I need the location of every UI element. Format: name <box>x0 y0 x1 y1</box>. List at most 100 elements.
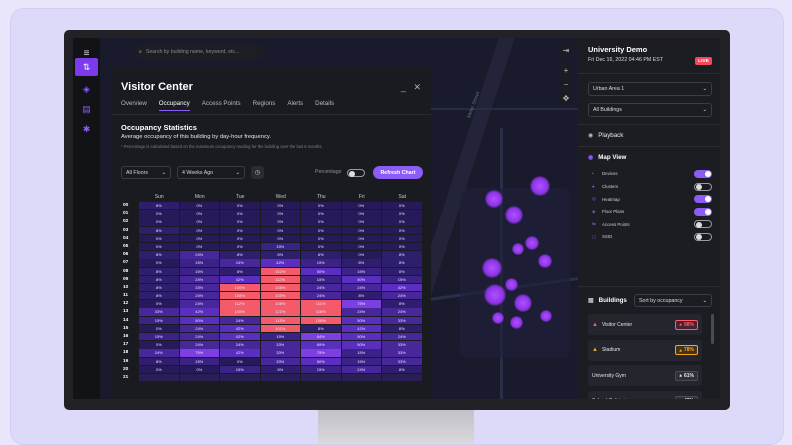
heatmap-cell[interactable]: 0% <box>220 202 260 210</box>
heatmap-cell[interactable]: 0% <box>341 210 381 218</box>
heatmap-cell[interactable]: 50% <box>341 333 381 341</box>
heatmap-cell[interactable]: 50% <box>301 357 341 365</box>
heatmap-cell[interactable]: 100% <box>220 283 260 292</box>
heatmap-cell[interactable]: 24% <box>179 333 219 341</box>
heatmap-cell[interactable]: 8% <box>260 251 300 259</box>
buildings-select[interactable]: All Buildings ⌄ <box>588 103 712 117</box>
heatmap-cell[interactable]: 42% <box>220 275 260 284</box>
heatmap-cell[interactable]: 8% <box>341 259 381 267</box>
heatmap-cell[interactable]: 0% <box>341 251 381 259</box>
heatmap-cell[interactable]: 102% <box>260 267 300 275</box>
heatmap-cell[interactable]: 108% <box>220 292 260 300</box>
refresh-chart-button[interactable]: Refresh Chart <box>373 166 423 179</box>
heatmap-cell[interactable]: 0% <box>220 226 260 234</box>
layer-toggle[interactable] <box>694 232 712 241</box>
heatmap-cell[interactable]: 33% <box>179 283 219 292</box>
heatmap-cell[interactable]: 24% <box>382 308 422 316</box>
heatmap-cell[interactable]: 15% <box>179 267 219 275</box>
heatmap-cell[interactable]: 8% <box>382 267 422 275</box>
layer-toggle[interactable] <box>694 195 712 203</box>
heatmap-cell[interactable]: 15% <box>341 349 381 357</box>
tab-regions[interactable]: Regions <box>253 100 276 111</box>
heatmap-cell[interactable]: 24% <box>179 275 219 284</box>
heatmap-cell[interactable]: 50% <box>341 275 381 284</box>
heatmap-cell[interactable]: 8% <box>139 292 179 300</box>
heatmap-cell[interactable]: 15% <box>301 365 341 374</box>
heatmap-cell[interactable]: 15% <box>341 357 381 365</box>
heatmap-cell[interactable]: 33% <box>382 349 422 357</box>
tab-access-points[interactable]: Access Points <box>202 100 241 111</box>
heatmap-cell[interactable]: 0% <box>179 234 219 243</box>
heatmap-cell[interactable]: 15% <box>382 275 422 284</box>
heatmap-cell[interactable]: 0% <box>382 202 422 210</box>
heatmap-cell[interactable]: 8% <box>341 292 381 300</box>
heatmap-cell[interactable]: 50% <box>341 341 381 349</box>
heatmap-cell[interactable]: 0% <box>382 210 422 218</box>
heatmap-cell[interactable]: 24% <box>220 341 260 349</box>
heatmap-cell[interactable]: 0% <box>341 202 381 210</box>
tab-alerts[interactable]: Alerts <box>287 100 303 111</box>
building-item[interactable]: ▲ Stadium ᴥ 78% <box>588 339 702 361</box>
building-item[interactable]: University Gym ᴥ 61% <box>588 365 702 386</box>
heatmap-cell[interactable] <box>139 373 179 382</box>
heatmap-cell[interactable]: 24% <box>179 341 219 349</box>
heatmap-cell[interactable] <box>301 373 341 382</box>
heatmap-cell[interactable]: 42% <box>179 308 219 316</box>
heatmap-cell[interactable]: 24% <box>179 300 219 308</box>
heatmap-cell[interactable]: 0% <box>341 218 381 226</box>
heatmap-cell[interactable]: 0% <box>179 242 219 251</box>
heatmap-cell[interactable]: 108% <box>260 283 300 292</box>
heatmap-cell[interactable]: 8% <box>260 365 300 374</box>
heatmap-cell[interactable]: 0% <box>139 300 179 308</box>
heatmap-cell[interactable]: 0% <box>179 365 219 374</box>
heatmap-cell[interactable]: 75% <box>301 349 341 357</box>
heatmap-cell[interactable]: 24% <box>139 349 179 357</box>
tab-occupancy[interactable]: Occupancy <box>158 100 190 111</box>
heatmap-cell[interactable]: 8% <box>139 267 179 275</box>
heatmap-cell[interactable]: 0% <box>179 210 219 218</box>
settings-nav-icon[interactable]: ✱ <box>75 120 98 138</box>
heatmap-cell[interactable]: 0% <box>139 218 179 226</box>
scrollbar[interactable] <box>711 314 714 344</box>
heatmap-cell[interactable]: 8% <box>139 357 179 365</box>
heatmap-cell[interactable]: 0% <box>179 202 219 210</box>
heatmap-cell[interactable]: 0% <box>139 341 179 349</box>
heatmap-cell[interactable]: 0% <box>260 234 300 243</box>
heatmap-cell[interactable]: 8% <box>382 259 422 267</box>
heatmap-cell[interactable]: 8% <box>220 267 260 275</box>
search-input[interactable]: ⌕ Search by building name, keyword, etc.… <box>135 45 263 59</box>
heatmap-cell[interactable]: 24% <box>220 259 260 267</box>
heatmap-cell[interactable]: 112% <box>260 275 300 284</box>
reports-nav-icon[interactable]: ▤ <box>75 100 98 118</box>
playback-row[interactable]: ◉ Playback <box>588 132 623 139</box>
locate-icon[interactable]: ✥ <box>560 92 572 104</box>
heatmap-cell[interactable]: 8% <box>139 202 179 210</box>
heatmap-cell[interactable]: 0% <box>301 218 341 226</box>
percentage-toggle[interactable] <box>347 169 365 177</box>
heatmap-cell[interactable]: 0% <box>301 202 341 210</box>
heatmap-cell[interactable]: 15% <box>260 333 300 341</box>
layer-toggle[interactable] <box>694 170 712 178</box>
heatmap-cell[interactable]: 0% <box>220 210 260 218</box>
heatmap-cell[interactable]: 0% <box>220 357 260 365</box>
heatmap-cell[interactable]: 0% <box>139 234 179 243</box>
expand-map-icon[interactable]: ⇥ <box>560 44 572 56</box>
heatmap-cell[interactable]: 112% <box>220 300 260 308</box>
heatmap-cell[interactable]: 50% <box>341 316 381 325</box>
area-select[interactable]: Urban Area 1 ⌄ <box>588 82 712 96</box>
heatmap-cell[interactable]: 84% <box>301 333 341 341</box>
heatmap-cell[interactable]: 0% <box>382 242 422 251</box>
minimize-icon[interactable]: _ <box>401 82 406 92</box>
heatmap-cell[interactable]: 75% <box>179 349 219 357</box>
zoom-out-button[interactable]: − <box>560 78 572 90</box>
tab-overview[interactable]: Overview <box>121 100 147 111</box>
heatmap-cell[interactable]: 33% <box>382 316 422 325</box>
map-nav-icon[interactable]: ⇅ <box>75 58 98 76</box>
heatmap-cell[interactable]: 33% <box>260 357 300 365</box>
heatmap-cell[interactable]: 0% <box>139 210 179 218</box>
heatmap-cell[interactable]: 69% <box>301 341 341 349</box>
heatmap-cell[interactable]: 8% <box>301 251 341 259</box>
heatmap-cell[interactable] <box>382 373 422 382</box>
heatmap-cell[interactable]: 24% <box>301 292 341 300</box>
heatmap-cell[interactable]: 0% <box>220 242 260 251</box>
